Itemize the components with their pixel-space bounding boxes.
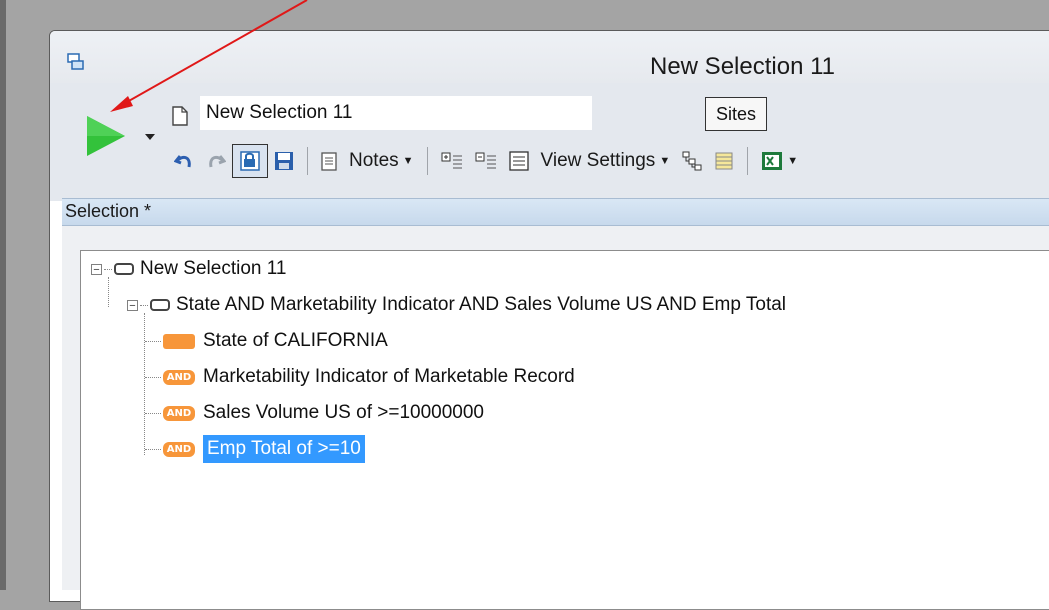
excel-icon <box>762 152 783 170</box>
collapse-icon[interactable]: − <box>127 299 138 311</box>
undo-button[interactable] <box>168 144 200 178</box>
chevron-down-icon: ▼ <box>402 155 414 167</box>
tree-group-label: State AND Marketability Indicator AND Sa… <box>176 294 787 315</box>
view-icon <box>508 151 529 171</box>
condition-label: Marketability Indicator of Marketable Re… <box>203 366 575 387</box>
condition-icon <box>163 333 195 349</box>
excel-export-button[interactable]: ▼ <box>755 144 804 178</box>
lock-icon <box>240 151 260 171</box>
tree-root-node[interactable]: − New Selection 11 <box>91 255 286 283</box>
save-button[interactable] <box>268 144 300 178</box>
sites-button[interactable]: Sites <box>705 97 767 131</box>
tree-condition-item[interactable]: AND Sales Volume US of >=10000000 <box>145 399 484 427</box>
window-title: New Selection 11 <box>650 53 835 80</box>
add-condition-button[interactable] <box>435 144 469 178</box>
tree-button[interactable] <box>676 144 708 178</box>
tree-connector <box>145 376 161 378</box>
selection-tree: − New Selection 11 − State AND Marketabi… <box>80 250 1049 610</box>
condition-label: State of CALIFORNIA <box>203 330 388 351</box>
selection-name-input[interactable]: New Selection 11 <box>200 96 592 130</box>
notes-label: Notes <box>349 150 399 171</box>
lock-button[interactable] <box>232 144 268 178</box>
add-condition-icon <box>441 152 462 169</box>
redo-button[interactable] <box>200 144 232 178</box>
tree-connector <box>104 268 112 270</box>
run-icon[interactable] <box>85 114 127 158</box>
tree-condition-item[interactable]: AND Marketability Indicator of Marketabl… <box>145 363 575 391</box>
view-settings-label: View Settings <box>540 150 656 171</box>
chevron-down-icon: ▼ <box>659 155 671 167</box>
dropdown-icon[interactable] <box>145 134 155 140</box>
chevron-down-icon: ▼ <box>787 155 799 167</box>
undo-icon <box>174 155 191 168</box>
and-operator-icon: AND <box>163 441 195 457</box>
condition-label: Emp Total of >=10 <box>203 435 365 463</box>
tree-connector <box>145 412 161 414</box>
and-operator-icon: AND <box>163 369 195 385</box>
group-icon <box>150 299 170 311</box>
desktop-edge <box>0 0 6 590</box>
notes-button[interactable]: Notes ▼ <box>315 144 420 178</box>
view-button[interactable] <box>503 144 535 178</box>
collapse-icon[interactable]: − <box>91 263 102 275</box>
tree-condition-item[interactable]: State of CALIFORNIA <box>145 327 388 355</box>
tree-connector <box>145 448 161 450</box>
window-icon <box>67 53 84 70</box>
selection-header: Selection * <box>62 198 1049 226</box>
document-icon <box>172 106 188 126</box>
save-icon <box>275 152 293 170</box>
tree-group-node[interactable]: − State AND Marketability Indicator AND … <box>127 291 786 319</box>
remove-condition-button[interactable] <box>469 144 503 178</box>
and-operator-icon: AND <box>163 405 195 421</box>
tree-connector <box>145 340 161 342</box>
content-area: − New Selection 11 − State AND Marketabi… <box>62 226 1049 610</box>
tree-condition-item-selected[interactable]: AND Emp Total of >=10 <box>145 435 365 463</box>
title-bar: New Selection 11 <box>50 31 1049 83</box>
toolbar-row: Notes ▼ View Settings ▼ ▼ <box>168 144 804 178</box>
remove-condition-icon <box>475 152 496 169</box>
toolbar-separator <box>747 147 749 175</box>
tree-root-label: New Selection 11 <box>140 258 287 279</box>
tree-connector <box>140 304 148 306</box>
selection-header-label: Selection * <box>65 201 152 221</box>
list-icon <box>715 152 733 170</box>
notes-icon <box>321 152 337 171</box>
group-icon <box>114 263 134 275</box>
tree-icon <box>682 151 702 171</box>
redo-icon <box>209 155 226 168</box>
list-button[interactable] <box>708 144 740 178</box>
toolbar-separator <box>426 147 428 175</box>
toolbar-separator <box>307 147 308 175</box>
view-settings-button[interactable]: View Settings ▼ <box>535 144 677 178</box>
condition-label: Sales Volume US of >=10000000 <box>203 402 484 423</box>
